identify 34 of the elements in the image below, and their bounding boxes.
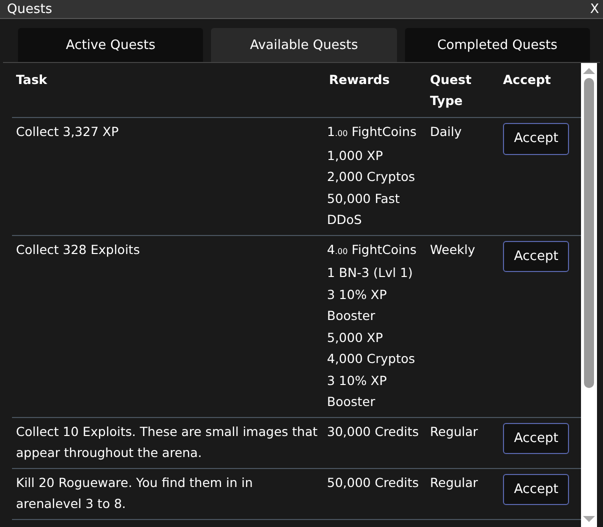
reward-text: 2,000 Cryptos	[327, 168, 416, 186]
quest-type: Daily	[430, 124, 462, 139]
tab[interactable]: Active Quests	[18, 28, 204, 62]
tab[interactable]: Available Quests	[211, 28, 397, 62]
reward-text: 1,000 XP	[327, 146, 384, 164]
reward-text: 50,000 Fast DDoS	[327, 190, 401, 229]
close-button[interactable]: X	[590, 2, 599, 16]
scrollbar[interactable]	[581, 63, 597, 527]
reward-text: 3 10% XP Booster	[327, 286, 388, 325]
scroll-up-icon[interactable]	[582, 67, 596, 75]
task-text: Kill 20 Rogueware. You find them in in arenalevel 3 to 8.	[16, 474, 253, 511]
reward-text: 30,000 Credits	[327, 422, 420, 440]
accept-button[interactable]: Accept	[503, 123, 570, 154]
reward-text: 50,000 Credits	[327, 474, 420, 492]
reward-text: 3 10% XP Booster	[327, 372, 388, 411]
column-header: Task	[12, 69, 325, 118]
reward-text: 4,000 Cryptos	[327, 350, 416, 368]
quest-type: Regular	[430, 474, 478, 490]
task-text: Collect 10 Exploits. These are small images that appear throughout the arena.	[16, 424, 318, 460]
window-title: Quests	[7, 2, 52, 16]
quest-type: Weekly	[430, 242, 476, 256]
task-text: Collect 328 Exploits	[16, 242, 140, 256]
accept-button[interactable]: Accept	[503, 422, 570, 454]
quest-type: Regular	[430, 424, 478, 438]
tab[interactable]: Completed Quests	[404, 28, 590, 62]
reward-text: 1 BN-3 (Lvl 1)	[327, 264, 414, 282]
column-header: Quest Type	[426, 69, 499, 118]
task-text: Collect 3,327 XP	[16, 124, 119, 139]
accept-button[interactable]: Accept	[503, 240, 570, 272]
reward-text: 5,000 XP	[327, 328, 384, 346]
column-header: Rewards	[325, 69, 426, 118]
scroll-down-icon[interactable]	[582, 515, 596, 523]
accept-button[interactable]: Accept	[503, 474, 570, 505]
scrollbar-thumb[interactable]	[584, 78, 594, 388]
